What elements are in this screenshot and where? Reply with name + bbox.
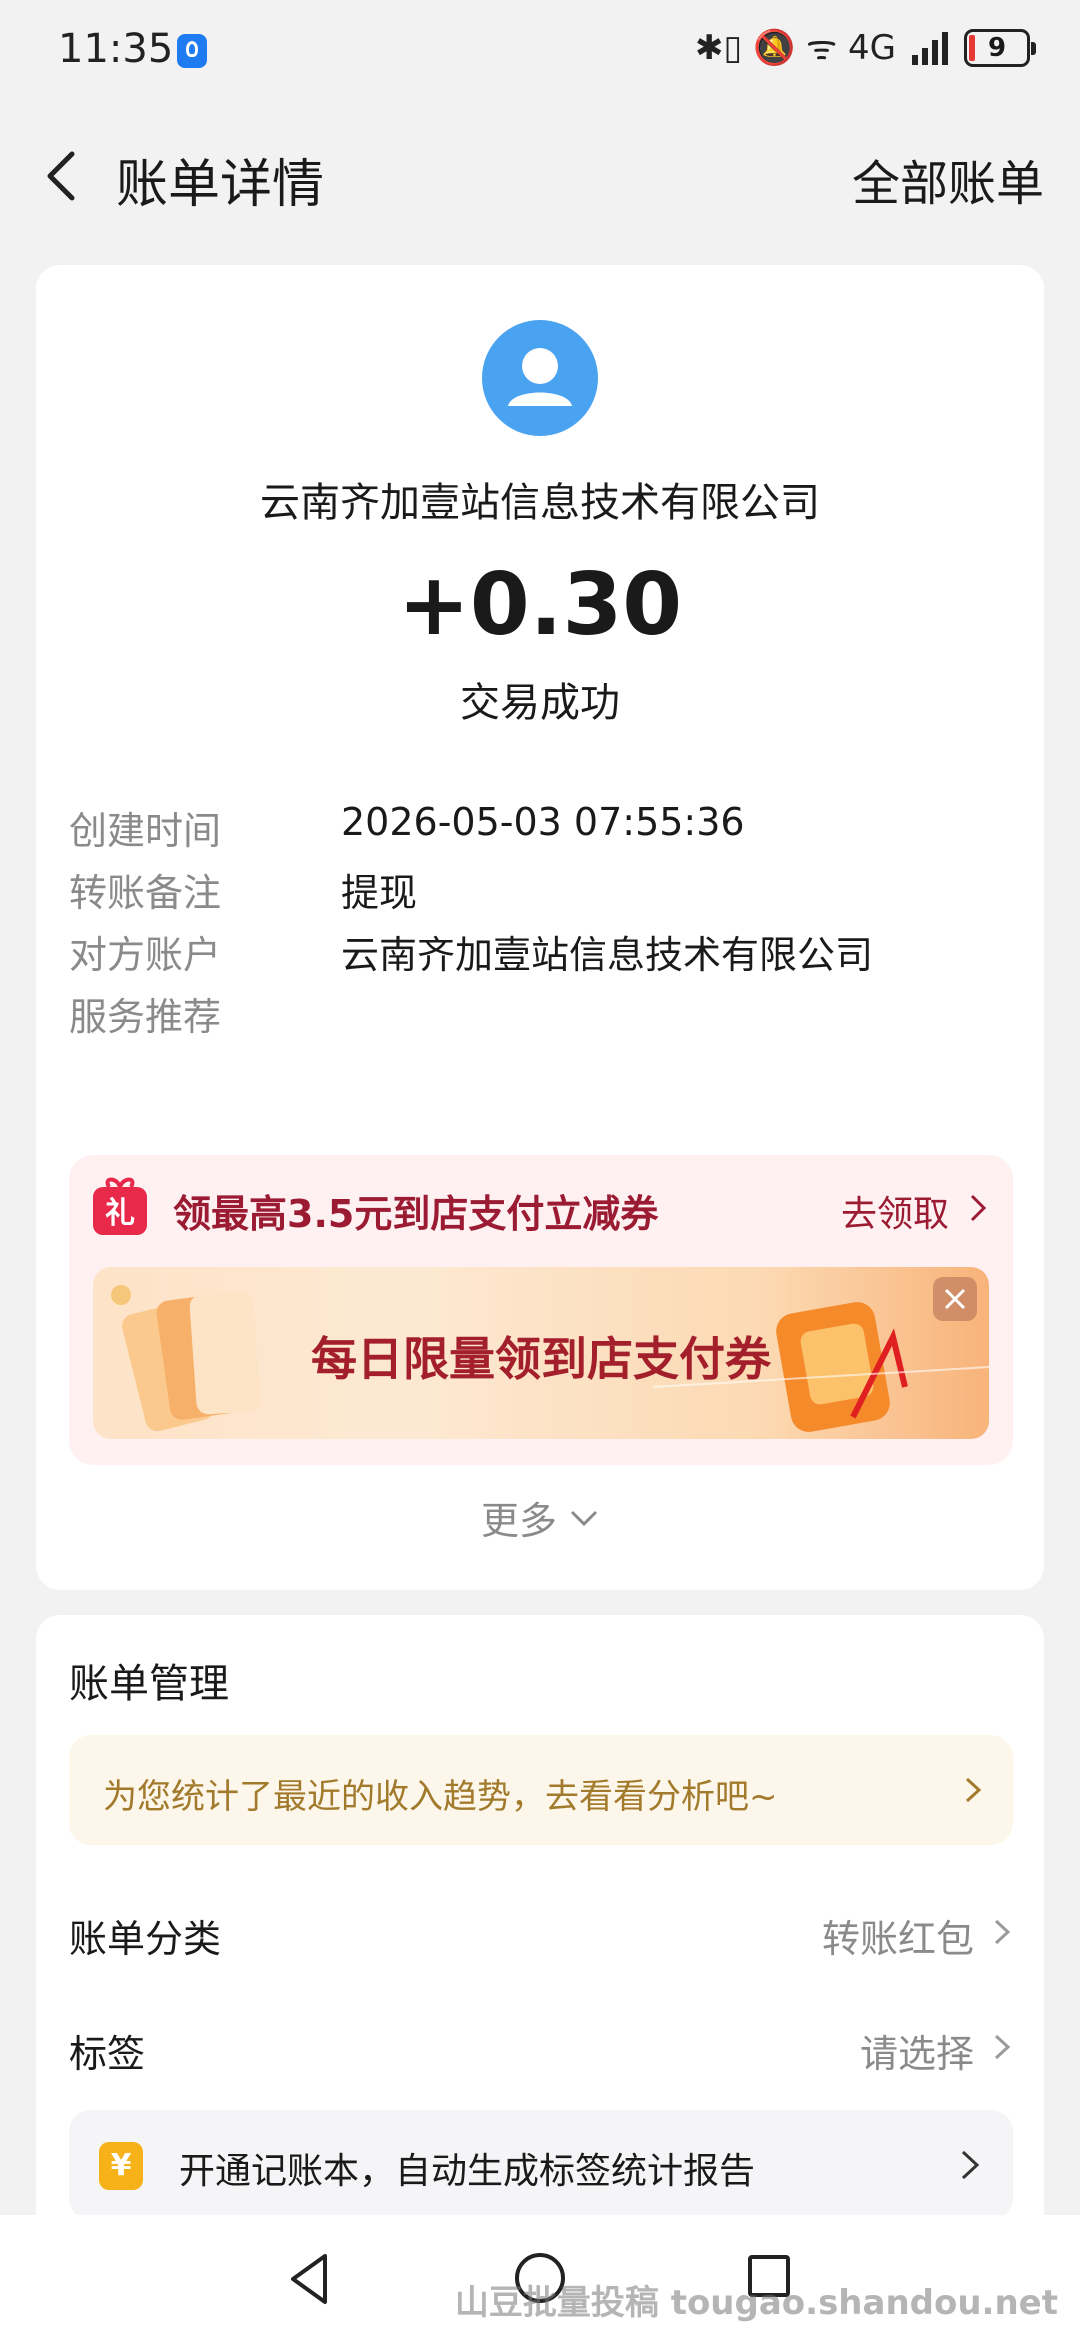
watermark: 山豆批量投稿 tougao.shandou.net <box>454 2283 1058 2323</box>
coupon-banner[interactable]: 每日限量领到店支付券 <box>93 1267 989 1439</box>
signal-icon <box>912 32 948 65</box>
app-header: 账单详情 全部账单 <box>0 120 1080 230</box>
close-icon <box>944 1288 966 1310</box>
ledger-text: 开通记账本，自动生成标签统计报告 <box>179 2151 756 2192</box>
battery-icon: 9 <box>964 29 1036 67</box>
gift-icon-text: 礼 <box>105 1196 135 1231</box>
battery-level: 9 <box>987 33 1007 63</box>
chevron-down-icon <box>570 1510 598 1526</box>
more-label: 更多 <box>480 1499 557 1543</box>
chevron-right-icon <box>970 1194 987 1222</box>
tag-value: 请选择 <box>859 2032 974 2076</box>
status-icons: ✱▯ 🔕 ᯤ 4G 9 <box>695 28 1036 68</box>
detail-value-created: 2026-05-03 07:55:36 <box>341 800 745 844</box>
tip-text: 为您统计了最近的收入趋势，去看看分析吧~ <box>103 1777 778 1817</box>
back-arrow-icon[interactable] <box>38 148 88 204</box>
chevron-right-icon <box>961 2150 980 2180</box>
banner-text: 每日限量领到店支付券 <box>311 1332 771 1386</box>
coupon-promo[interactable]: 礼 领最高3.5元到店支付立减券 去领取 每日限量领到店支付券 <box>69 1155 1013 1465</box>
claim-coupon-link[interactable]: 去领取 <box>841 1185 949 1237</box>
ledger-promo[interactable]: ¥ 开通记账本，自动生成标签统计报告 <box>69 2110 1013 2220</box>
bill-management-card: 账单管理 为您统计了最近的收入趋势，去看看分析吧~ 账单分类 转账红包 标签 请… <box>36 1615 1044 2235</box>
tag-label: 标签 <box>69 2032 146 2076</box>
detail-value-counterparty: 云南齐加壹站信息技术有限公司 <box>341 933 874 977</box>
all-bills-link[interactable]: 全部账单 <box>852 144 1044 214</box>
more-button[interactable]: 更多 <box>36 1490 1044 1545</box>
avatar <box>482 320 598 436</box>
merchant-name: 云南齐加壹站信息技术有限公司 <box>260 480 820 526</box>
status-icons-glyphs: ✱▯ 🔕 ᯤ 4G <box>695 28 896 68</box>
status-time: 11:35 <box>58 26 174 72</box>
transaction-amount: +0.30 <box>397 555 683 655</box>
close-banner-button[interactable] <box>933 1277 977 1321</box>
chevron-right-icon <box>994 1919 1011 1945</box>
chevron-right-icon <box>994 2034 1011 2060</box>
promo-title: 领最高3.5元到店支付立减券 <box>173 1192 659 1236</box>
detail-label-created: 创建时间 <box>69 809 222 853</box>
detail-value-remark: 提现 <box>341 871 418 915</box>
income-trend-tip[interactable]: 为您统计了最近的收入趋势，去看看分析吧~ <box>69 1735 1013 1845</box>
nav-back-icon[interactable] <box>285 2252 335 2306</box>
detail-label-service: 服务推荐 <box>69 995 222 1039</box>
detail-label-remark: 转账备注 <box>69 871 222 915</box>
gift-icon: 礼 <box>93 1177 147 1235</box>
ledger-icon: ¥ <box>99 2142 143 2190</box>
category-label: 账单分类 <box>69 1917 222 1961</box>
category-value: 转账红包 <box>821 1917 974 1961</box>
transaction-status: 交易成功 <box>460 680 620 726</box>
status-bar: 11:35 ✱▯ 🔕 ᯤ 4G 9 <box>0 0 1080 100</box>
notification-icon <box>177 34 207 68</box>
user-icon <box>508 348 572 406</box>
transaction-card: 云南齐加壹站信息技术有限公司 +0.30 交易成功 创建时间 2026-05-0… <box>36 265 1044 1590</box>
detail-label-counterparty: 对方账户 <box>69 933 222 977</box>
section-title: 账单管理 <box>69 1661 229 1707</box>
chevron-right-icon <box>965 1777 982 1803</box>
system-nav-bar: 山豆批量投稿 tougao.shandou.net <box>0 2215 1080 2340</box>
page-title: 账单详情 <box>116 155 325 215</box>
